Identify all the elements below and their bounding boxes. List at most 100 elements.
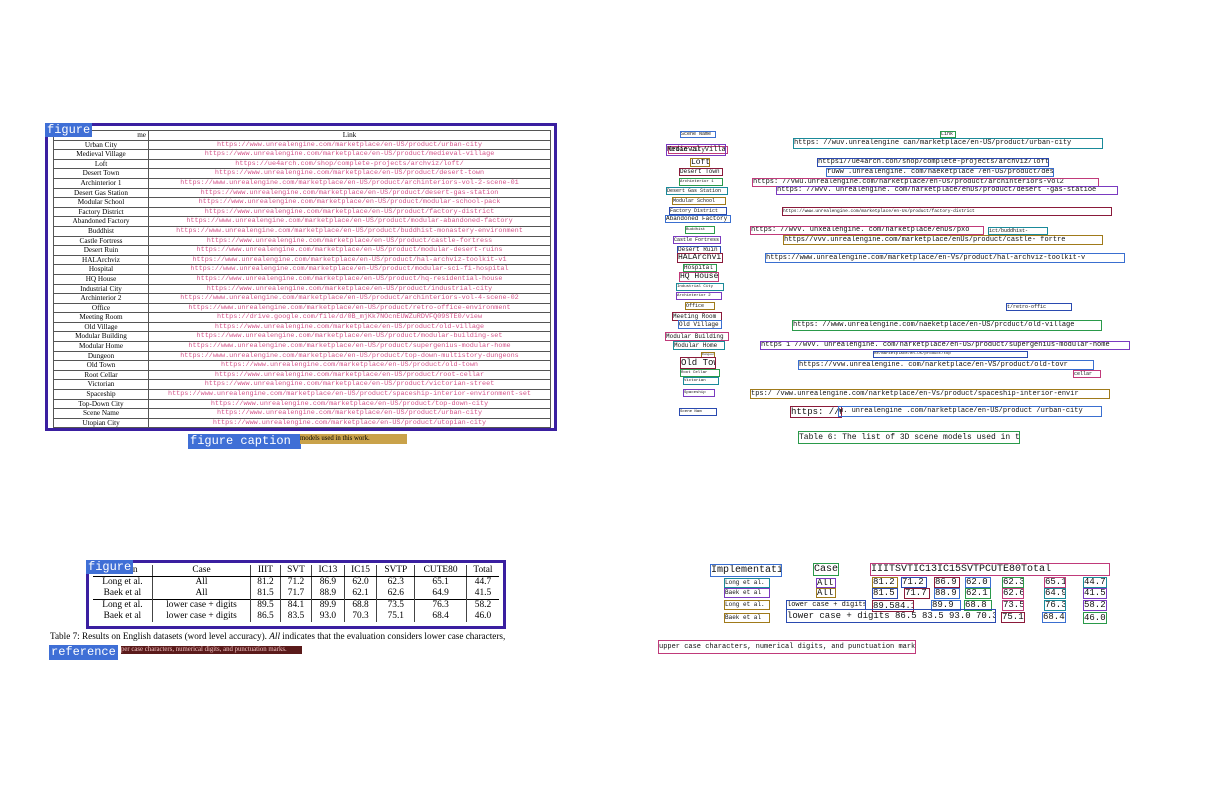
ocr-text-box: Industrial City [676,283,724,291]
scene-name-cell: Utopian City [53,417,149,429]
ocr-text-box: tps:/ /vww.unrealengine.com/narketplace/… [750,389,1110,399]
ocr-text-box: 65.1 [1044,577,1066,588]
header-cell: Case [151,565,251,577]
scene-name-cell: Scene Name [53,408,149,419]
ocr-text-box: upper case characters, numerical digits,… [658,640,916,654]
table-body: Long et al. All 81.2 71.2 86.9 62.0 62.3 65.1 44… [93,576,499,622]
ocr-text-box: Link [940,131,956,138]
table-cell: 71.2 [279,576,312,588]
scene-name-cell: Office [53,302,149,314]
table-cell: 83.5 [279,611,312,622]
ocr-text-box: Spaceship [683,389,715,397]
ocr-text-box: Baek et al [724,588,770,598]
table-row: Baek et al All 81.5 71.7 88.9 62.1 62.6 64.9 41.… [93,588,499,600]
ocr-text-box: Factory District [669,207,727,215]
header-cell: IC15 [343,565,377,577]
table-row: Medieval Village https://www.unrealengine… [53,149,551,160]
table-cell: 93.0 [311,611,345,622]
table-cell: 81.5 [250,588,281,600]
table-cell: 65.1 [414,576,467,588]
link-cell: https://www.unrealengine.com/marketplace… [148,417,551,429]
ocr-text-box: cellar [1073,370,1101,378]
link-cell: https://www.unrealengine.com/marketplace… [148,197,551,208]
ocr-text-box: lower case + digits 86.5 83.5 93.0 70.3 [786,609,996,623]
ocr-text-box: https://www.unrealengine.com/marketplace… [765,253,1125,263]
ocr-text-box: 58.2 [1083,600,1107,611]
table-cell: lower case + digits [151,611,251,622]
table-cell: All [151,576,251,588]
table-row: Desert Ruin https://www.unrealengine.com/… [53,245,551,256]
ocr-text-box: 81.5 [872,588,898,599]
ocr-text-box: https://www.unrealengine.com/marketplace… [782,207,1112,216]
scene-name-cell: Urban City [53,139,149,151]
ocr-text-box: Modular Home [673,341,725,350]
table-cell: 62.0 [343,576,377,588]
ocr-text-box: Root Cellar [680,369,720,377]
scene-name-cell: Hospital [53,264,149,275]
ocr-text-box: Modular School [672,197,726,205]
ocr-text-box: https: //www.unrealengine.com/naeketplac… [792,320,1102,331]
table-cell: lower case + digits [151,599,251,611]
table-row: Baek et al lower case + digits 86.5 83.5 93.… [93,611,499,622]
ocr-text-box: Archinterior 2 [676,292,722,300]
ocr-text-box: https 1 //wvv. unrealengine. com/narketp… [760,341,1130,350]
figure-table-6: me Link Urban City https://www.unrealengi… [45,123,557,431]
link-cell: https://www.unrealengine.com/marketplace… [148,235,551,247]
table-row: Modular Building https://www.unrealengine… [53,331,551,343]
table-row: Abandoned Factory https://www.unrealengin… [53,216,551,227]
scene-name-cell: Modular Building [53,331,149,343]
ocr-text-box: https1//ue4arch.con/shop/complete-projec… [817,158,1049,167]
table-row: Top-Down City https://www.unrealengine.co… [53,398,551,410]
table-cell: 75.1 [376,611,415,622]
table-row: Factory District https://www.unrealengine… [53,206,551,218]
table-cell: 81.2 [250,576,281,588]
table-row: Urban City https://www.unrealengine.com/m… [53,139,551,151]
ocr-text-box: Medieval Villag [666,144,726,156]
table-row: Scene Name https://www.unrealengine.com/m… [53,408,551,419]
table-cell: Long et al. [93,599,153,611]
table-6-caption-fragment: models used in this work. [300,434,407,444]
link-cell: https://www.unrealengine.com/marketplace… [148,254,551,266]
link-cell: https://www.unrealengine.com/marketplace… [148,245,551,256]
results-table: entationCaseIIITSVTIC13IC15SVTPCUTE80Tot… [93,565,499,622]
ocr-text-box: Implementation [710,564,782,577]
ocr-text-box: 62.3 [1002,577,1024,588]
table-row: Loft https://ue4arch.com/shop/complete-pr… [53,158,551,170]
ocr-text-box: Desert Gas Station [666,187,728,195]
scene-name-cell: Victorian [53,379,149,391]
table-row: Archinterior 1 https://www.unrealengine.c… [53,177,551,189]
scene-name-cell: Medieval Village [53,149,149,160]
table-cell: 58.2 [465,599,499,611]
table-row: Spaceship https://www.unrealengine.com/ma… [53,389,551,400]
ocr-text-box: 76.3 [1044,600,1066,611]
header-cell: Total [465,565,499,577]
table-row: Long et al. lower case + digits 89.5 84.1 89… [93,599,499,611]
table-cell: 88.9 [311,588,345,600]
ocr-text-box: https://vvw.unrealengine. com/narketplac… [798,360,1094,370]
table-cell: All [151,588,251,600]
scene-name-cell: Meeting Room [53,312,149,323]
ocr-text-box: 44.7 [1083,577,1107,588]
table-row: Old Town https://www.unrealengine.com/mar… [53,360,551,371]
scene-links-table: me Link Urban City https://www.unrealengi… [53,130,551,429]
ocr-text-box: 62.6 [1002,588,1024,599]
scene-name-cell: Buddhist [53,225,149,237]
table-row: Long et al. All 81.2 71.2 86.9 62.0 62.3 65.1 44… [93,576,499,588]
link-cell: https://www.unrealengine.com/marketplace… [148,187,551,199]
table-cell: 89.9 [311,599,345,611]
ocr-text-box: ne/marketplace/en-Us/product/top [873,351,1028,358]
link-cell: https://www.unrealengine.com/marketplace… [148,168,551,179]
ocr-text-box: IIITSVTIC13IC15SVTPCUTE80Total [870,563,1110,576]
scene-name-cell: Factory District [53,206,149,218]
scene-name-cell: Root Cellar [53,369,149,381]
scene-name-cell: Industrial City [53,283,149,295]
scene-name-cell: Old Village [53,321,149,333]
table-row: Modular School https://www.unrealengine.c… [53,197,551,208]
ocr-text-box: Long et al. [724,600,770,610]
ocr-text-box: HQ House [679,272,719,282]
link-cell: https://www.unrealengine.com/marketplace… [148,225,551,237]
link-cell: https://www.unrealengine.com/marketplace… [148,360,551,371]
table-header-row: entationCaseIIITSVTIC13IC15SVTPCUTE80Tot… [93,565,499,577]
table-cell: 86.5 [250,611,281,622]
table-row: Hospital https://www.unrealengine.com/mar… [53,264,551,275]
